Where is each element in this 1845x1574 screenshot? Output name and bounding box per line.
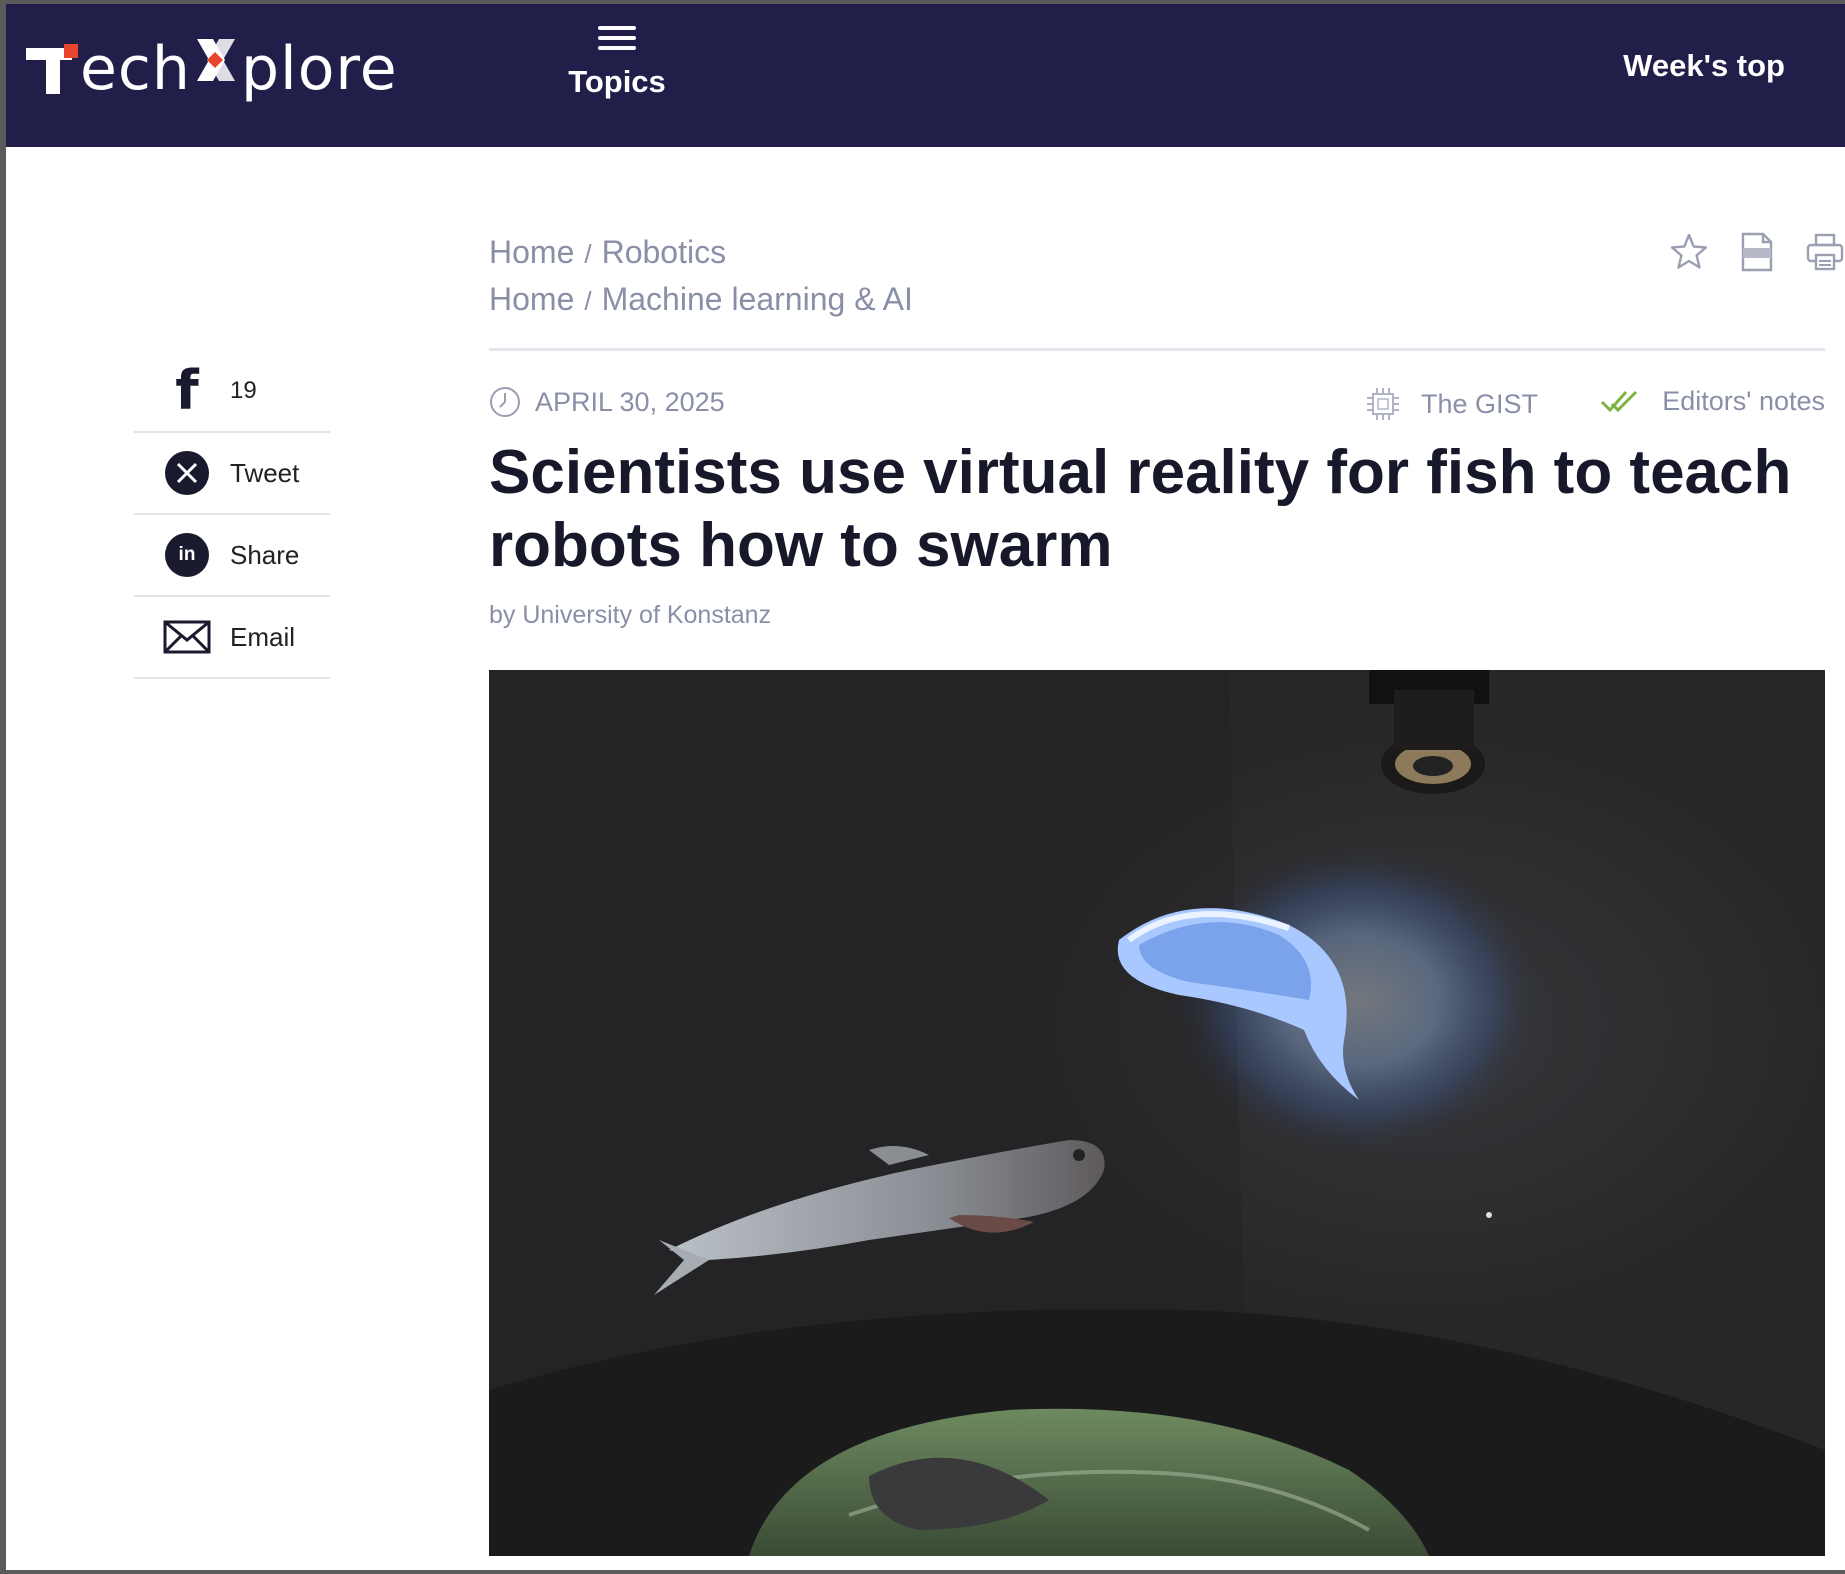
logo-text-part2: plore xyxy=(240,34,398,104)
the-gist-link[interactable]: The GIST xyxy=(1365,386,1538,422)
article-tools xyxy=(1669,232,1845,272)
hamburger-icon xyxy=(598,24,636,52)
breadcrumb-separator: / xyxy=(584,286,592,316)
linkedin-icon: in xyxy=(162,530,212,580)
page: ech plore Topics Week's top Home / Robotic… xyxy=(6,4,1845,1570)
pdf-icon[interactable] xyxy=(1737,232,1777,272)
breadcrumb-row: Home / Robotics xyxy=(489,230,913,277)
site-logo[interactable]: ech plore xyxy=(26,34,398,104)
clock-icon xyxy=(490,387,520,417)
printer-icon[interactable] xyxy=(1805,232,1845,272)
breadcrumb: Home / Robotics Home / Machine learning & AI xyxy=(489,230,913,324)
share-facebook[interactable]: f 19 xyxy=(134,351,330,433)
topics-menu-button[interactable]: Topics xyxy=(562,24,672,100)
topics-label: Topics xyxy=(568,64,666,99)
article-byline: by University of Konstanz xyxy=(489,601,772,629)
star-icon[interactable] xyxy=(1669,232,1709,272)
email-icon xyxy=(162,612,212,662)
email-label: Email xyxy=(230,621,296,652)
fish-vr-photo xyxy=(489,670,1825,1556)
header-divider xyxy=(489,348,1825,351)
tweet-label: Tweet xyxy=(230,457,300,488)
share-linkedin[interactable]: in Share xyxy=(134,515,330,597)
editors-notes-link[interactable]: Editors' notes xyxy=(1600,386,1825,417)
double-check-icon xyxy=(1601,390,1638,412)
share-tweet[interactable]: Tweet xyxy=(134,433,330,515)
article-title: Scientists use virtual reality for fish … xyxy=(489,438,1792,580)
article-meta: APRIL 30, 2025 The GIST Editors' notes xyxy=(489,384,1825,424)
breadcrumb-row: Home / Machine learning & AI xyxy=(489,277,913,324)
logo-t-mark xyxy=(26,44,78,94)
weeks-top-link[interactable]: Week's top xyxy=(1623,48,1785,84)
breadcrumb-category-link[interactable]: Machine learning & AI xyxy=(602,281,913,317)
logo-text-part1: ech xyxy=(80,34,191,104)
breadcrumb-separator: / xyxy=(584,239,592,269)
x-icon xyxy=(162,448,212,498)
facebook-icon: f xyxy=(175,359,199,422)
facebook-share-count: 19 xyxy=(230,377,257,404)
breadcrumb-category-link[interactable]: Robotics xyxy=(602,234,727,270)
breadcrumb-home-link[interactable]: Home xyxy=(489,234,574,270)
article-date: APRIL 30, 2025 xyxy=(489,386,725,418)
share-email[interactable]: Email xyxy=(134,597,330,679)
breadcrumb-home-link[interactable]: Home xyxy=(489,281,574,317)
chip-icon xyxy=(1367,388,1399,420)
the-gist-label: The GIST xyxy=(1421,388,1539,419)
hero-image[interactable] xyxy=(489,670,1825,1556)
logo-x-mark xyxy=(193,35,239,98)
share-bar: f 19 Tweet in Share Email xyxy=(134,351,330,679)
site-header: ech plore Topics Week's top xyxy=(6,4,1845,147)
linkedin-share-label: Share xyxy=(230,539,300,570)
article-date-text: APRIL 30, 2025 xyxy=(535,386,725,417)
editors-notes-label: Editors' notes xyxy=(1662,386,1825,416)
